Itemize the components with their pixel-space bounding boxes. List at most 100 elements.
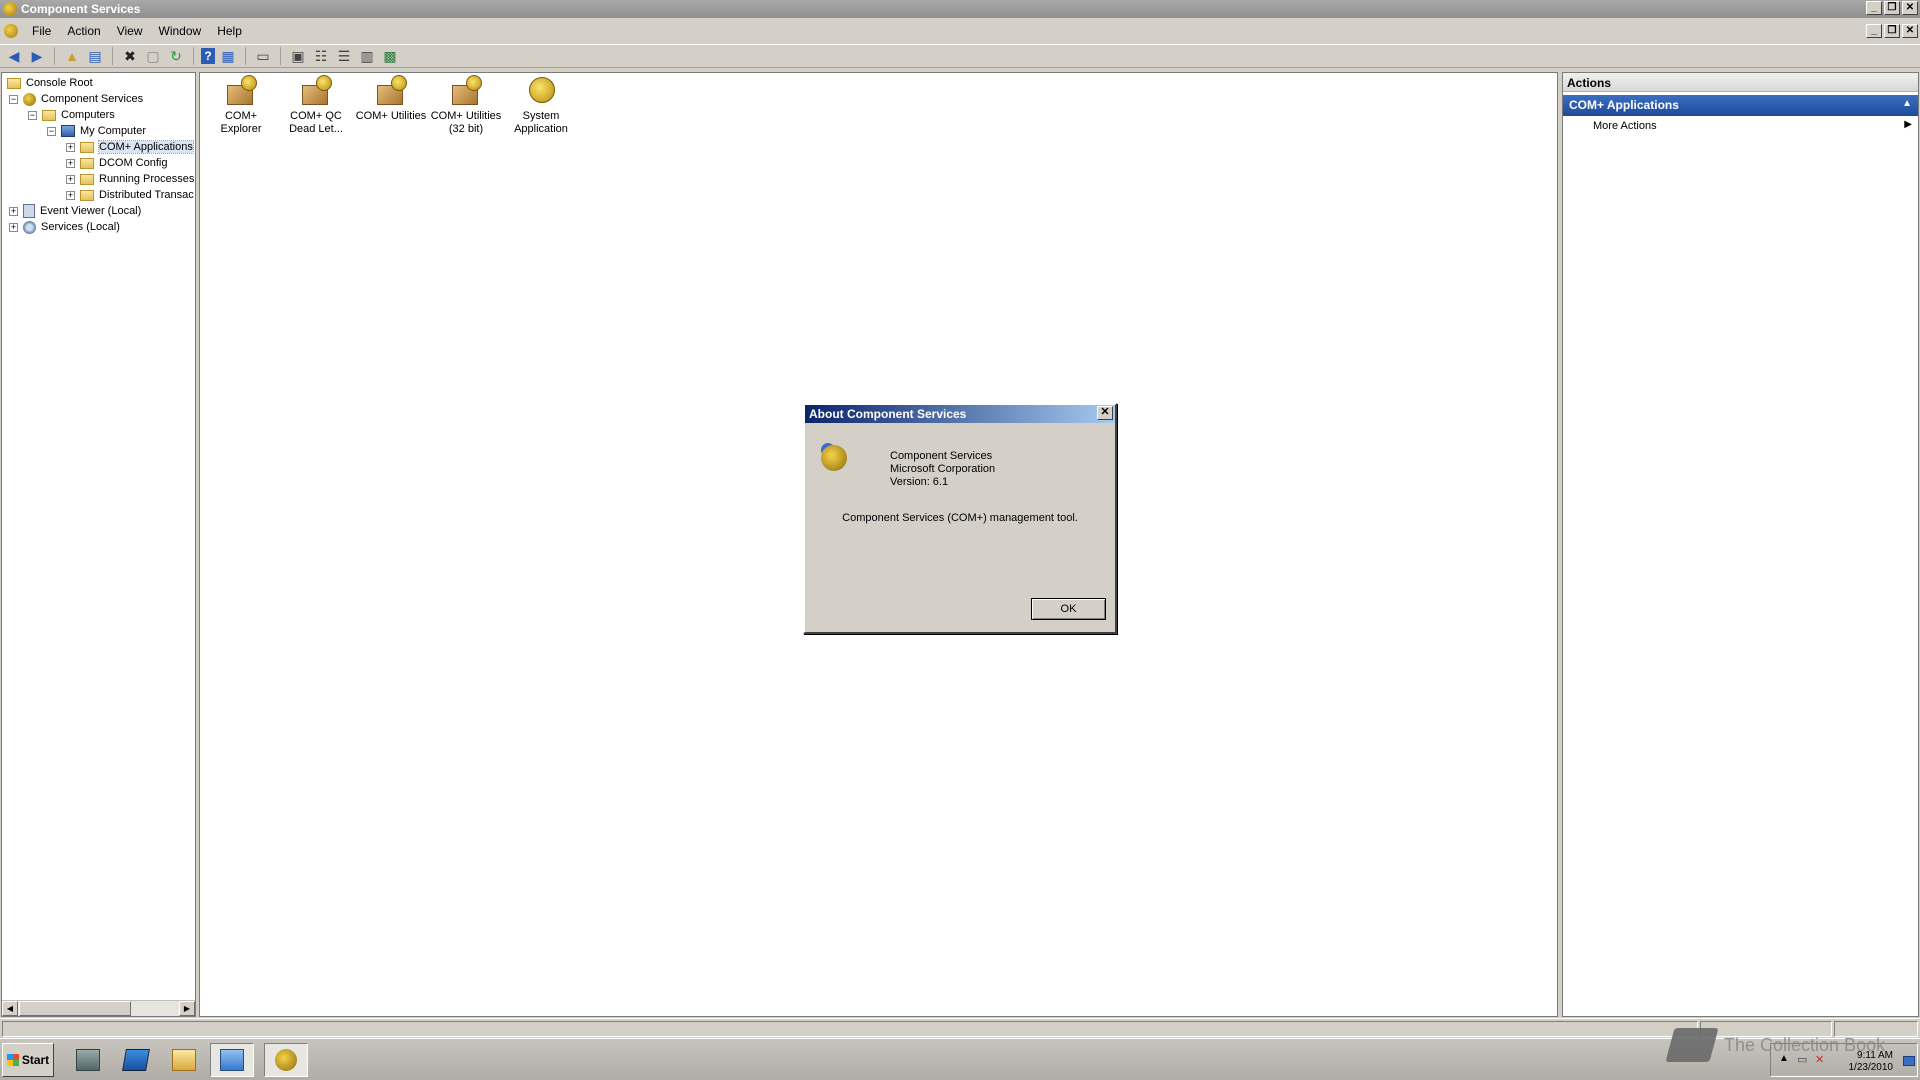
folder-icon [172,1049,196,1071]
toolbar-separator [54,47,55,65]
list-item-com-qc-dead-letter[interactable]: COM+ QC Dead Let... [280,75,352,136]
show-desktop-icon[interactable] [1903,1056,1915,1066]
taskbar-control-panel[interactable] [210,1043,254,1077]
tree-item-computers[interactable]: − Computers [28,107,115,123]
tree-item-console-root[interactable]: Console Root [7,75,93,91]
large-icons-view-icon[interactable]: ▣ [288,46,308,66]
properties-icon[interactable]: ▢ [143,46,163,66]
restore-button[interactable]: ❐ [1884,1,1900,15]
submenu-arrow-icon: ▶ [1904,119,1912,130]
list-view-icon[interactable]: ☰ [334,46,354,66]
list-item-com-utilities-32bit[interactable]: COM+ Utilities (32 bit) [426,75,506,136]
computer-icon [61,125,75,137]
menu-window[interactable]: Window [151,24,210,38]
server-manager-icon [76,1049,100,1071]
com-package-icon [225,75,257,107]
tree-item-my-computer[interactable]: − My Computer [47,123,146,139]
toolbar-separator [245,47,246,65]
tree-horizontal-scrollbar[interactable]: ◀ ▶ [2,1000,195,1016]
folder-icon [80,141,94,153]
mdi-close-button[interactable]: ✕ [1902,24,1918,38]
tree-label: My Computer [80,125,147,137]
com-package-icon [450,75,482,107]
tree-item-dcom-config[interactable]: + DCOM Config [66,155,167,171]
start-button[interactable]: Start [2,1043,54,1077]
collapse-toggle[interactable]: − [47,126,56,136]
close-window-button[interactable]: ✕ [1902,1,1918,15]
list-item-label: Explorer [220,123,262,135]
refresh-icon[interactable]: ↻ [166,46,186,66]
list-item-label: Dead Let... [289,123,343,135]
tree-label: Running Processes [99,173,195,185]
version-text: Version: 6.1 [890,476,949,488]
tree-item-event-viewer[interactable]: + Event Viewer (Local) [9,203,141,219]
actions-group-com-applications[interactable]: COM+ Applications ▲ [1563,95,1918,116]
menu-file[interactable]: File [24,24,59,38]
collapse-up-icon[interactable]: ▲ [1902,98,1912,109]
small-icons-view-icon[interactable]: ☷ [311,46,331,66]
expand-toggle[interactable]: + [9,206,18,216]
tree-item-com-applications[interactable]: + COM+ Applications [66,139,194,155]
show-hide-tree-icon[interactable]: ▤ [85,46,105,66]
taskbar-explorer[interactable] [162,1043,206,1077]
back-arrow-icon[interactable]: ◀ [4,46,24,66]
windows-logo-icon [6,1054,19,1066]
taskbar-server-manager[interactable] [66,1043,110,1077]
tree-item-component-services[interactable]: − Component Services [9,91,143,107]
dialog-close-button[interactable]: ✕ [1097,406,1113,420]
expand-toggle[interactable]: + [66,142,75,152]
minimize-button[interactable]: _ [1866,1,1882,15]
expand-toggle[interactable]: + [9,222,18,232]
scroll-thumb[interactable] [19,1001,131,1016]
expand-toggle[interactable]: + [66,190,75,200]
list-item-com-explorer[interactable]: COM+ Explorer [205,75,277,136]
list-item-com-utilities[interactable]: COM+ Utilities [351,75,431,123]
taskbar-powershell[interactable] [114,1043,158,1077]
scroll-right-icon[interactable]: ▶ [179,1001,195,1016]
component-services-icon [3,2,17,16]
expand-toggle[interactable]: + [66,174,75,184]
component-services-icon [23,92,36,106]
actions-pane: Actions COM+ Applications ▲ More Actions… [1562,72,1919,1017]
mdi-minimize-button[interactable]: _ [1866,24,1882,38]
expand-toggle[interactable]: + [66,158,75,168]
list-item-label: COM+ QC [290,110,342,122]
mdi-system-icon[interactable] [4,24,18,38]
forward-arrow-icon[interactable]: ▶ [27,46,47,66]
more-actions-label: More Actions [1593,120,1657,132]
folder-icon [80,189,94,201]
delete-icon[interactable]: ✖ [120,46,140,66]
more-actions-item[interactable]: More Actions ▶ [1563,116,1918,136]
dialog-title: About Component Services [809,407,967,421]
list-item-label: COM+ Utilities [430,110,502,122]
mdi-restore-button[interactable]: ❐ [1884,24,1900,38]
toolbar-separator [112,47,113,65]
toolbar-separator [193,47,194,65]
com-package-icon [300,75,332,107]
dialog-titlebar: About Component Services ✕ [805,405,1115,423]
collapse-toggle[interactable]: − [9,94,18,104]
scroll-left-icon[interactable]: ◀ [2,1001,18,1016]
tree-label: Component Services [41,93,144,105]
system-application-icon [525,75,557,107]
tree-item-distributed-transaction[interactable]: + Distributed Transac [66,187,194,203]
show-action-pane-icon[interactable]: ▦ [218,46,238,66]
company-name: Microsoft Corporation [890,463,996,475]
new-window-icon[interactable]: ▭ [253,46,273,66]
tree-label: Computers [61,109,115,121]
tree-item-services[interactable]: + Services (Local) [9,219,120,235]
tree-label: COM+ Applications [98,140,194,154]
list-item-system-application[interactable]: System Application [505,75,577,136]
menu-action[interactable]: Action [59,24,108,38]
menu-view[interactable]: View [109,24,151,38]
up-folder-icon[interactable]: ▲ [62,46,82,66]
menu-help[interactable]: Help [209,24,250,38]
ok-button[interactable]: OK [1031,598,1106,620]
tree-item-running-processes[interactable]: + Running Processes [66,171,194,187]
detail-view-icon[interactable]: ▥ [357,46,377,66]
collapse-toggle[interactable]: − [28,110,37,120]
help-icon[interactable]: ? [201,48,215,64]
taskbar-component-services[interactable] [264,1043,308,1077]
status-view-icon[interactable]: ▩ [380,46,400,66]
tree-label: DCOM Config [99,157,168,169]
